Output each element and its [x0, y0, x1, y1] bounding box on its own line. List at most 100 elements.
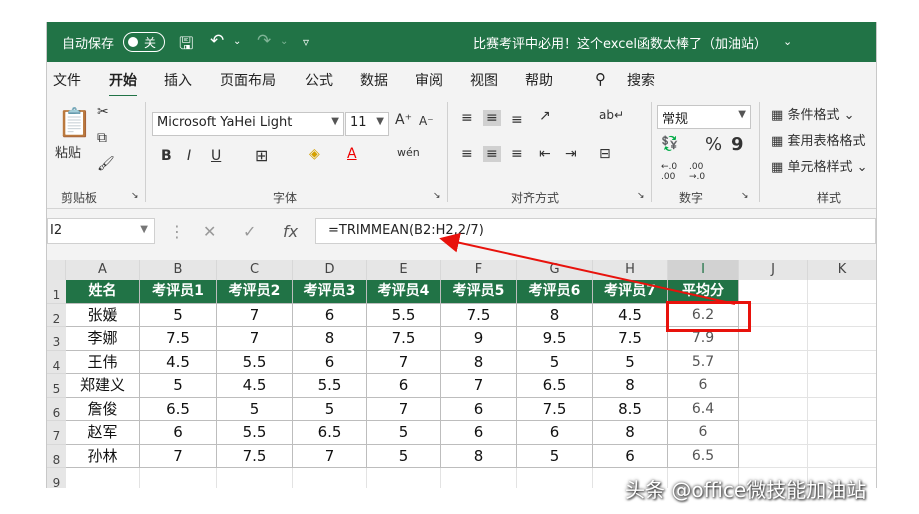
table-cell[interactable]: 5: [293, 397, 367, 421]
fill-color-icon[interactable]: ◈: [309, 146, 320, 162]
column-header-e[interactable]: E: [367, 260, 441, 280]
table-cell[interactable]: 7: [441, 374, 517, 398]
empty-cell[interactable]: [808, 374, 876, 398]
row-header-6[interactable]: 6: [47, 397, 66, 421]
tab-page-layout[interactable]: 页面布局: [220, 70, 276, 90]
clipboard-launcher-icon[interactable]: ↘: [131, 191, 139, 201]
table-cell[interactable]: 8.5: [593, 397, 668, 421]
table-cell[interactable]: 7.5: [140, 327, 217, 351]
table-cell[interactable]: 6: [441, 421, 517, 445]
empty-cell[interactable]: [808, 351, 876, 374]
empty-cell[interactable]: [441, 468, 517, 488]
empty-cell[interactable]: [808, 445, 876, 468]
row-header-9[interactable]: 9: [47, 468, 66, 488]
conditional-format-button[interactable]: ▦ 条件格式 ⌄: [771, 104, 854, 123]
table-cell[interactable]: 6.5: [517, 374, 593, 398]
table-cell[interactable]: 6: [593, 444, 668, 468]
table-cell[interactable]: 8: [441, 444, 517, 468]
table-cell[interactable]: 6.5: [668, 444, 739, 468]
table-cell[interactable]: 王伟: [66, 350, 140, 374]
font-color-icon[interactable]: A: [347, 146, 357, 162]
redo-icon[interactable]: ↷: [257, 31, 271, 51]
format-painter-icon[interactable]: 🖌: [97, 156, 115, 172]
tab-data[interactable]: 数据: [360, 70, 388, 90]
empty-cell[interactable]: [808, 280, 876, 304]
table-cell[interactable]: 7.5: [217, 444, 293, 468]
spreadsheet-grid[interactable]: A B C D E F G H I J K 1 2 3 4 5 6 7 8 9 姓名 考评员1 考评员2 考评员3 考评员4 考评…: [47, 260, 876, 488]
table-cell[interactable]: 5: [593, 350, 668, 374]
merge-center-icon[interactable]: ⊟: [599, 146, 611, 162]
percent-button[interactable]: %: [705, 134, 722, 155]
table-cell[interactable]: 7.5: [593, 327, 668, 351]
table-cell[interactable]: 詹俊: [66, 397, 140, 421]
table-cell[interactable]: 5.7: [668, 350, 739, 374]
increase-indent-icon[interactable]: ⇥: [565, 146, 577, 162]
borders-icon[interactable]: ⊞: [255, 146, 268, 165]
align-bottom-icon[interactable]: ≡: [511, 112, 523, 128]
table-cell[interactable]: 7.5: [367, 327, 441, 351]
table-cell[interactable]: 7: [367, 397, 441, 421]
table-cell[interactable]: 6: [140, 421, 217, 445]
column-header-i[interactable]: I: [668, 260, 739, 280]
align-top-icon[interactable]: ≡: [461, 110, 473, 126]
font-size-combo[interactable]: 11 ▼: [345, 112, 389, 136]
autosave-toggle[interactable]: 关: [123, 32, 165, 52]
tab-file[interactable]: 文件: [53, 70, 81, 90]
column-header-j[interactable]: J: [739, 260, 808, 280]
increase-decimal-button[interactable]: ←.0 .00: [661, 162, 685, 182]
table-cell[interactable]: 张媛: [66, 303, 140, 327]
table-cell[interactable]: 9.5: [517, 327, 593, 351]
table-cell[interactable]: 7.5: [441, 303, 517, 327]
insert-function-icon[interactable]: fx: [283, 222, 298, 241]
empty-cell[interactable]: [808, 327, 876, 351]
empty-cell[interactable]: [808, 398, 876, 421]
table-cell[interactable]: 5: [140, 374, 217, 398]
table-cell[interactable]: 4.5: [140, 350, 217, 374]
column-header-f[interactable]: F: [441, 260, 517, 280]
table-cell[interactable]: 李娜: [66, 327, 140, 351]
table-cell[interactable]: 5: [367, 444, 441, 468]
align-right-icon[interactable]: ≡: [511, 146, 523, 162]
table-cell[interactable]: 7: [217, 303, 293, 327]
title-dropdown-icon[interactable]: ⌄: [783, 35, 792, 48]
row-header-8[interactable]: 8: [47, 444, 66, 468]
table-cell[interactable]: 7: [367, 350, 441, 374]
format-as-table-button[interactable]: ▦ 套用表格格式: [771, 130, 865, 149]
table-cell[interactable]: 7.5: [517, 397, 593, 421]
number-launcher-icon[interactable]: ↘: [741, 191, 749, 201]
table-cell[interactable]: 8: [593, 374, 668, 398]
row-header-2[interactable]: 2: [47, 303, 66, 327]
table-cell[interactable]: 6: [293, 350, 367, 374]
empty-cell[interactable]: [808, 421, 876, 445]
column-header-a[interactable]: A: [66, 260, 140, 280]
column-header-k[interactable]: K: [808, 260, 876, 280]
table-cell[interactable]: 6: [668, 421, 739, 445]
empty-cell[interactable]: [517, 468, 593, 488]
cancel-icon[interactable]: ✕: [203, 222, 216, 241]
copy-icon[interactable]: ⧉: [97, 130, 107, 146]
table-cell[interactable]: 5: [140, 303, 217, 327]
column-header-d[interactable]: D: [293, 260, 367, 280]
table-header-cell[interactable]: 考评员3: [293, 280, 367, 304]
customize-toolbar-icon[interactable]: ▿: [303, 35, 309, 49]
table-cell[interactable]: 5: [367, 421, 441, 445]
table-cell[interactable]: 6: [293, 303, 367, 327]
tab-review[interactable]: 审阅: [415, 70, 443, 90]
table-cell[interactable]: 7: [217, 327, 293, 351]
cut-icon[interactable]: ✂: [97, 104, 109, 120]
comma-style-button[interactable]: 9: [731, 134, 744, 155]
table-cell[interactable]: 5.5: [217, 350, 293, 374]
empty-cell[interactable]: [739, 374, 808, 398]
row-header-7[interactable]: 7: [47, 421, 66, 445]
align-center-icon[interactable]: ≡: [483, 146, 501, 162]
table-header-cell[interactable]: 考评员1: [140, 280, 217, 304]
decrease-decimal-button[interactable]: .00 →.0: [689, 162, 713, 182]
table-cell[interactable]: 4.5: [593, 303, 668, 327]
table-cell[interactable]: 7: [140, 444, 217, 468]
empty-cell[interactable]: [293, 468, 367, 488]
align-left-icon[interactable]: ≡: [461, 146, 473, 162]
table-cell[interactable]: 6.5: [293, 421, 367, 445]
phonetic-icon[interactable]: wén: [397, 146, 420, 159]
italic-button[interactable]: I: [187, 148, 191, 164]
name-box[interactable]: I2 ▼: [47, 218, 155, 244]
